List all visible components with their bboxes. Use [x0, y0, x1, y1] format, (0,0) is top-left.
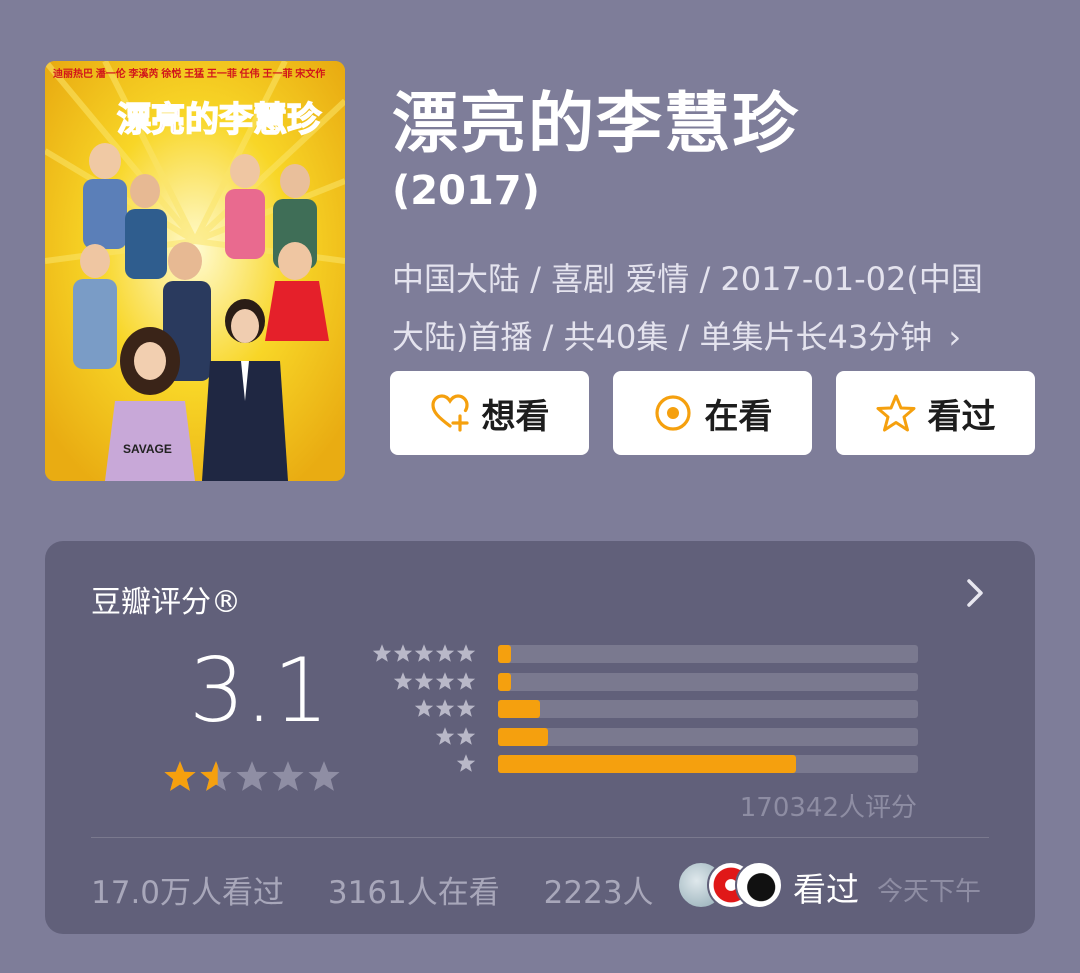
distribution-row-5-star [372, 643, 975, 663]
distribution-stars [435, 726, 476, 746]
distribution-bar-track [498, 645, 918, 663]
star-icon [456, 754, 476, 772]
distribution-row-2-star [375, 726, 975, 746]
distribution-bar-fill [498, 727, 549, 746]
watching-button[interactable]: 在看 [613, 371, 812, 455]
distribution-stars [456, 753, 476, 773]
star-icon [456, 644, 476, 662]
heart-plus-icon [430, 394, 469, 432]
rating-stars [163, 759, 341, 793]
friend-avatars[interactable] [677, 861, 787, 909]
distribution-bar-fill [498, 700, 540, 718]
rating-count: 170342人评分 [739, 793, 917, 823]
distribution-bar-fill [498, 672, 511, 691]
distribution-stars [393, 671, 476, 691]
distribution-bar-track [498, 672, 918, 691]
target-circle-icon [654, 395, 691, 431]
star-icon [164, 761, 196, 791]
star-icon [236, 761, 268, 791]
star-icon [435, 726, 455, 745]
distribution-bar-track [498, 700, 918, 718]
poster-top-names: 迪丽热巴 潘一伦 李溪芮 徐悦 王猛 王一菲 任伟 王一菲 宋文作 [53, 67, 325, 80]
distribution-stars [414, 698, 476, 718]
watching-label: 在看 [704, 396, 773, 437]
star-icon [456, 699, 476, 717]
distribution-row-1-star [375, 753, 975, 773]
show-year: (2017) [392, 168, 540, 214]
distribution-bar-track [498, 755, 918, 773]
watching-count[interactable]: 3161人在看 [328, 875, 500, 911]
poster-title: 漂亮的李慧珍 [117, 100, 322, 140]
distribution-row-4-star [375, 671, 975, 691]
distribution-bar-fill [498, 645, 511, 663]
rating-card[interactable]: 豆瓣评分® 3.1 170342人评分 17.0万人看过 3161人在看 222… [45, 541, 1035, 934]
star-icon [308, 761, 340, 791]
divider [91, 837, 989, 838]
star-icon [372, 644, 392, 662]
chevron-right-icon[interactable] [963, 575, 987, 611]
show-title: 漂亮的李慧珍 [392, 85, 800, 162]
friend-seen-time: 今天下午 [877, 877, 982, 907]
star-outline-icon [876, 394, 915, 432]
friend-seen-label: 看过 [793, 870, 859, 909]
page: 迪丽热巴 潘一伦 李溪芮 徐悦 王猛 王一菲 任伟 王一菲 宋文作 漂亮的李慧珍 [0, 0, 1080, 973]
rating-header: 豆瓣评分® [91, 585, 241, 620]
star-icon [200, 761, 232, 791]
distribution-row-3-star [375, 698, 975, 718]
meta-line-2: 大陆)首播 / 共40集 / 单集片长43分钟 [392, 318, 933, 356]
want-to-watch-label: 想看 [481, 396, 550, 437]
star-icon [414, 671, 434, 690]
stats-row: 17.0万人看过 3161人在看 2223人 [91, 867, 688, 912]
meta-line-1: 中国大陆 / 喜剧 爱情 / 2017-01-02(中国 [392, 260, 983, 298]
star-icon [435, 699, 455, 717]
want-to-watch-button[interactable]: 想看 [390, 371, 589, 455]
rating-score: 3.1 [189, 639, 329, 742]
distribution-bar-fill [498, 755, 797, 773]
star-icon [414, 699, 434, 717]
watched-button[interactable]: 看过 [836, 371, 1035, 455]
star-icon [456, 726, 476, 745]
distribution-stars [372, 643, 476, 663]
chevron-right-icon: › [948, 318, 962, 356]
watched-label: 看过 [927, 396, 996, 437]
star-icon [414, 644, 434, 662]
star-icon [435, 671, 455, 690]
star-icon [393, 644, 413, 662]
want-count[interactable]: 2223人 [544, 875, 654, 911]
watched-count[interactable]: 17.0万人看过 [91, 875, 284, 911]
avatar [735, 861, 783, 909]
poster-image[interactable]: 迪丽热巴 潘一伦 李溪芮 徐悦 王猛 王一菲 任伟 王一菲 宋文作 漂亮的李慧珍 [45, 61, 345, 481]
star-icon [272, 761, 304, 791]
meta-line-2-wrap: 大陆)首播 / 共40集 / 单集片长43分钟 › [392, 308, 1022, 366]
show-meta[interactable]: 中国大陆 / 喜剧 爱情 / 2017-01-02(中国 大陆)首播 / 共40… [392, 250, 1022, 366]
star-icon [393, 671, 413, 690]
star-icon [456, 671, 476, 690]
poster-shirt-text: SAVAGE [123, 442, 172, 456]
distribution-bar-track [498, 727, 918, 746]
star-icon [435, 644, 455, 662]
